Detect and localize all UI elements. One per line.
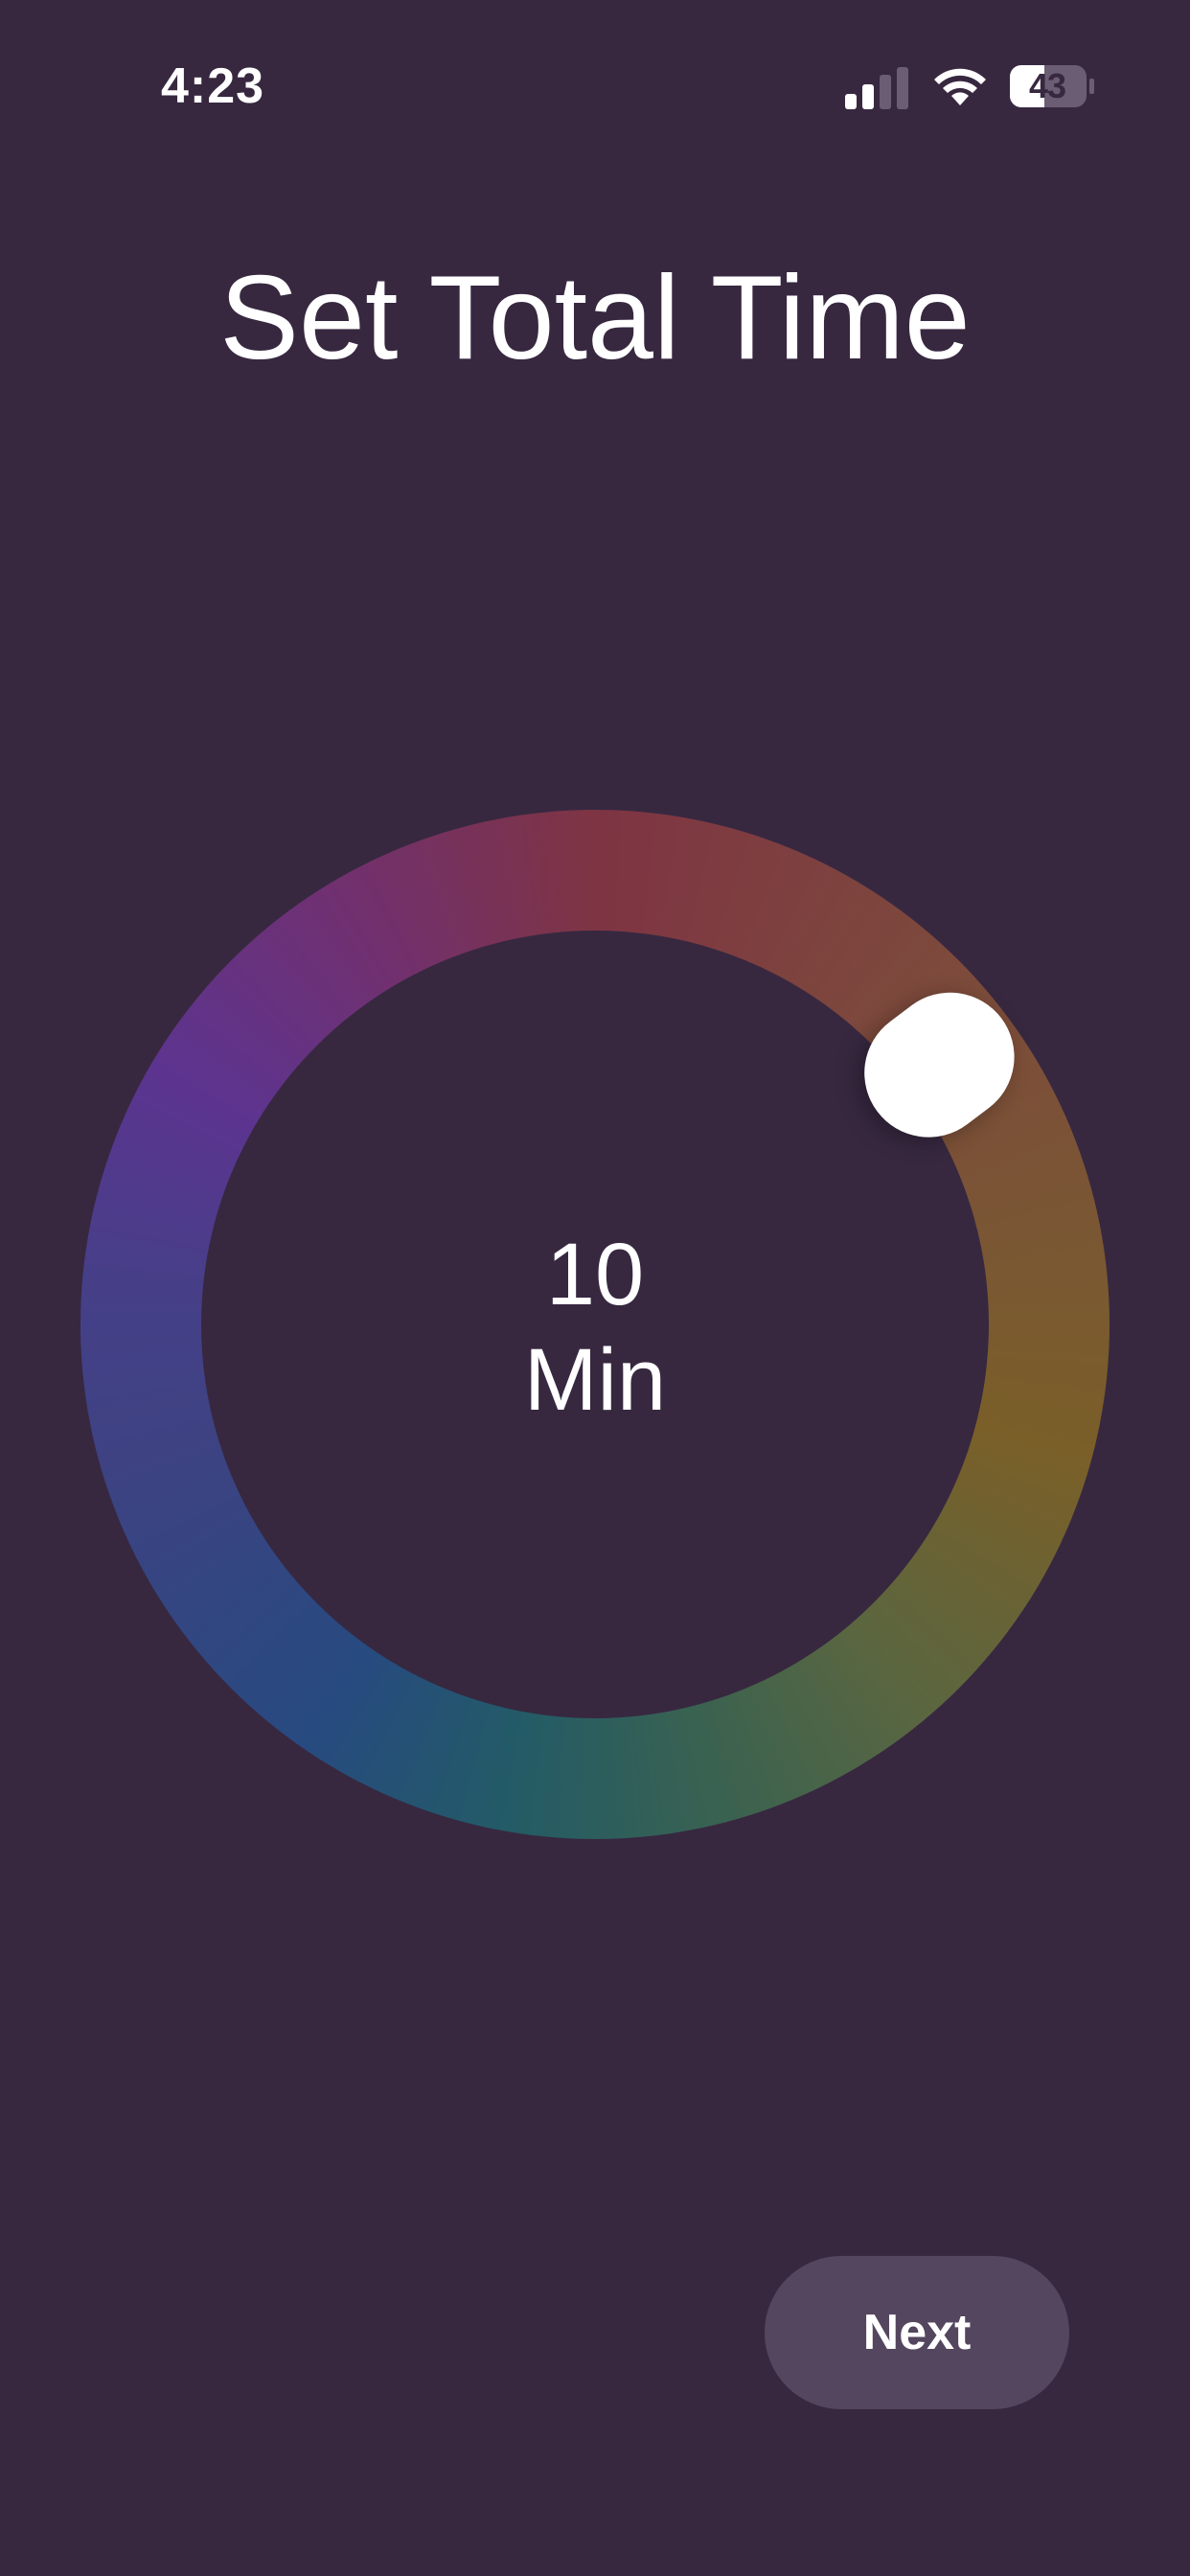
time-value: 10: [545, 1226, 645, 1323]
status-icons: 43: [845, 59, 1094, 113]
next-button[interactable]: Next: [765, 2256, 1069, 2409]
time-readout: 10 Min: [80, 1222, 1110, 1433]
status-time: 4:23: [161, 58, 265, 114]
page-title: Set Total Time: [219, 252, 971, 384]
status-bar: 4:23 43: [0, 0, 1190, 172]
battery-icon: 43: [1010, 65, 1096, 107]
signal-icon: [845, 67, 908, 109]
time-dial[interactable]: 10 Min: [80, 810, 1110, 1839]
battery-level: 43: [1028, 66, 1066, 105]
time-unit: Min: [523, 1331, 667, 1429]
wifi-icon: [934, 68, 986, 105]
